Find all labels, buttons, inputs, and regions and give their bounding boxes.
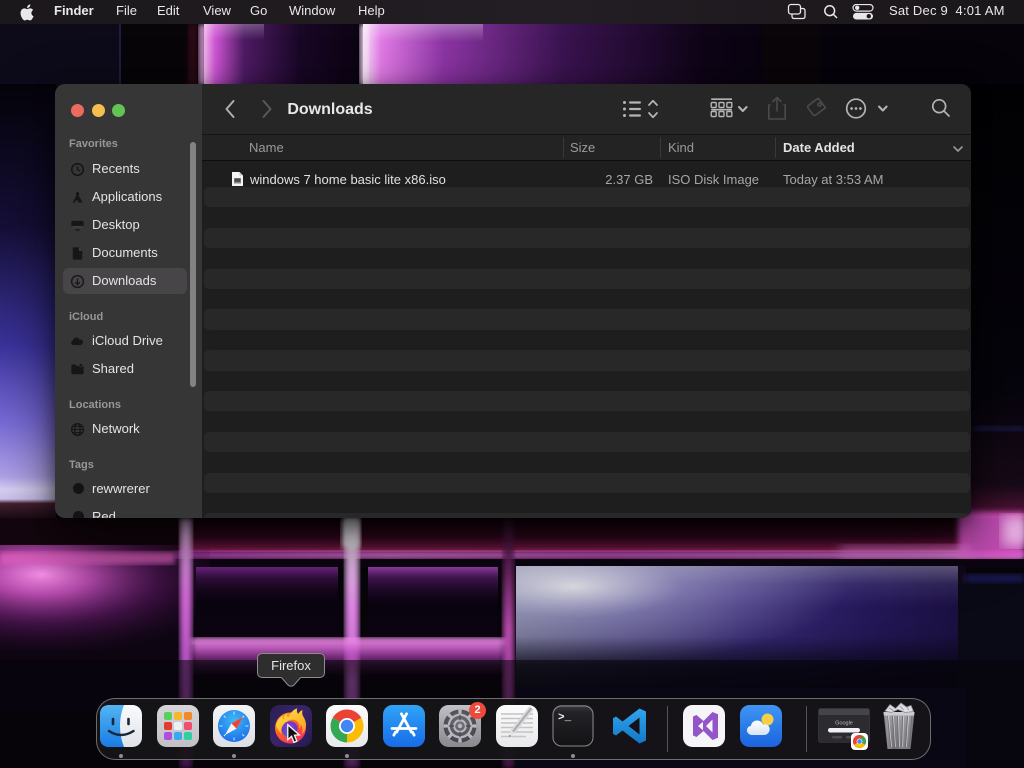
- svg-text:>_: >_: [558, 712, 572, 724]
- svg-text:Google: Google: [835, 721, 853, 727]
